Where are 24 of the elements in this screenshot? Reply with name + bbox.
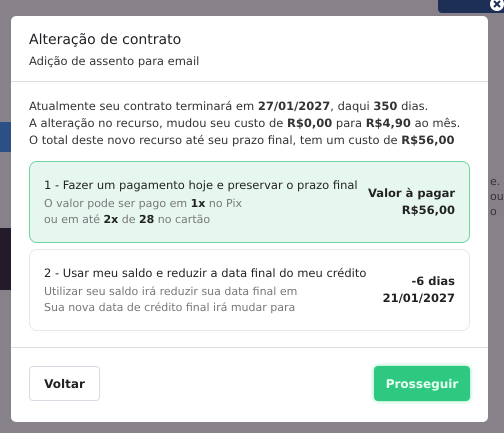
option-description: O valor pode ser pago em 1x no Pix (44, 196, 244, 212)
back-button[interactable]: Voltar (29, 366, 100, 401)
background-text: ou (490, 189, 504, 204)
option-value: R$56,00 (400, 202, 455, 219)
option-card[interactable]: 2 - Usar meu saldo e reduzir a data final do meu crédito Utilizar seu saldo irá reduzir sua data final em Sua nova data de crédito final irá mudar para -6 dias 21/01/2027 (29, 249, 470, 331)
option-title: 1 - Fazer um pagamento hoje e preservar o prazo final (44, 176, 358, 194)
summary-text: Atualmente seu contrato terminará em 27/01/2027, daqui 350 dias. (29, 98, 430, 115)
option-value: 21/01/2027 (382, 290, 455, 307)
option-title: 2 - Usar meu saldo e reduzir a data final do meu crédito (44, 264, 366, 282)
dialog-subtitle: Adição de assento para email (29, 53, 200, 69)
option-value: Valor à pagar (368, 185, 455, 202)
background-text: o (490, 204, 498, 219)
summary-text: A alteração no recurso, mudou seu custo de R$0,00 para R$4,90 ao mês. (29, 115, 462, 132)
summary-text: O total deste novo recurso até seu prazo final, tem um custo de R$56,00 (29, 132, 456, 149)
background-text: e. (490, 174, 502, 189)
dialog-title: Alteração de contrato (29, 31, 182, 49)
option-description: Utilizar seu saldo irá reduzir sua data final em (44, 284, 298, 300)
option-description: Sua nova data de crédito final irá mudar para (44, 300, 296, 316)
option-description: ou em até 2x de 28 no cartão (44, 212, 212, 228)
background-panel (0, 122, 12, 152)
option-card[interactable]: 1 - Fazer um pagamento hoje e preservar o prazo final O valor pode ser pago em 1x no Pix ou em até 2x de 28 no cartão Valor à pagar R$56,00 (29, 161, 470, 243)
close-icon[interactable] (490, 0, 504, 11)
option-value: -6 dias (410, 273, 455, 290)
background-panel (0, 228, 12, 290)
